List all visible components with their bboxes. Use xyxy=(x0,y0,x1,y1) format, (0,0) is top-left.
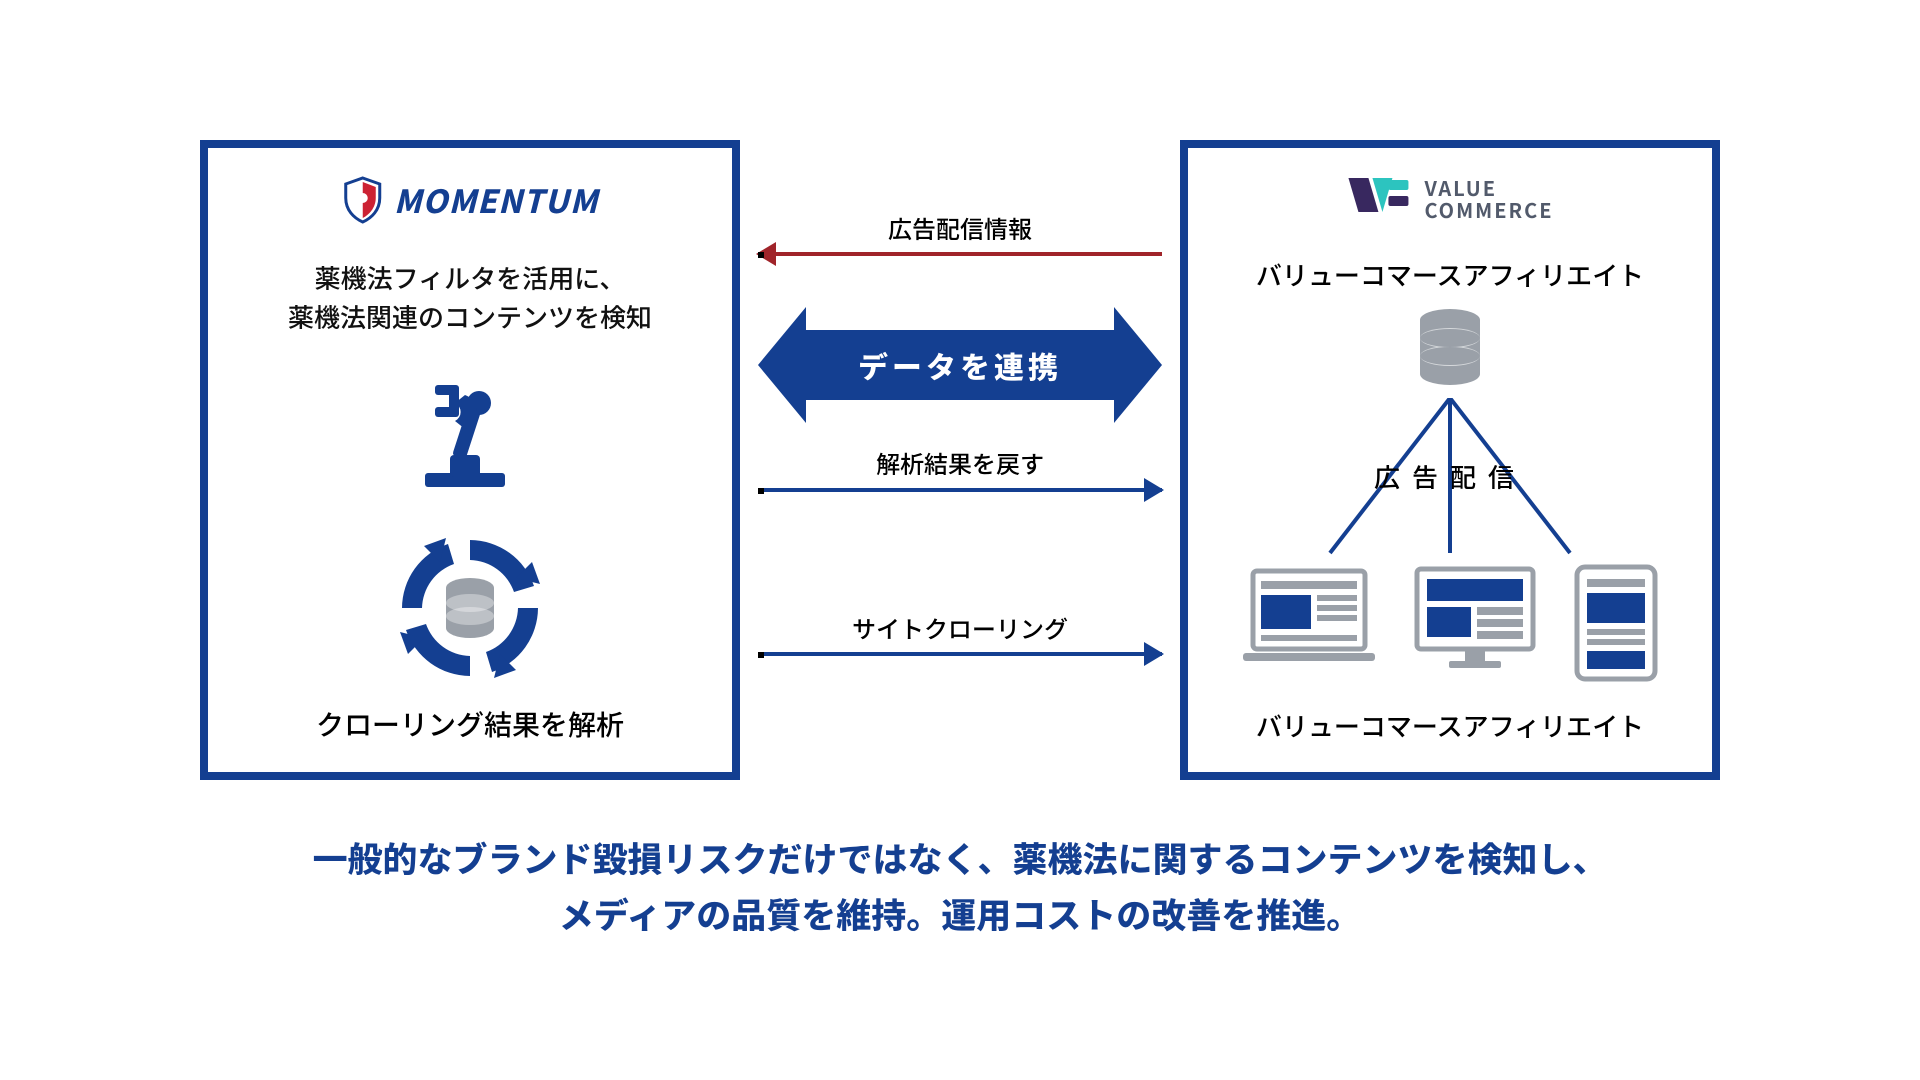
vc-word-line2: COMMERCE xyxy=(1424,199,1553,221)
database-icon xyxy=(1416,308,1484,386)
label-site-crawling: サイトクローリング xyxy=(758,610,1162,645)
momentum-logo: MOMENTUM xyxy=(342,176,599,224)
desktop-icon xyxy=(1405,563,1545,673)
arrow-ad-info xyxy=(758,252,1162,256)
arrow-right-head xyxy=(1114,307,1162,423)
laptop-icon xyxy=(1239,563,1379,673)
shield-icon xyxy=(342,176,384,224)
vc-title-top: バリューコマースアフィリエイト xyxy=(1188,256,1712,293)
label-return-results: 解析結果を戻す xyxy=(758,445,1162,480)
label-ad-info: 広告配信情報 xyxy=(758,210,1162,245)
vc-wordmark: VALUE COMMERCE xyxy=(1424,177,1553,221)
footer-line1: 一般的なブランド毀損リスクだけではなく、薬機法に関するコンテンツを検知し、 xyxy=(160,830,1760,886)
arrow-site-crawling xyxy=(758,652,1162,656)
robot-arm-icon xyxy=(405,363,535,493)
momentum-wordmark: MOMENTUM xyxy=(394,177,599,223)
device-row xyxy=(1188,563,1712,683)
fan-label: 広告配信 xyxy=(1188,458,1712,495)
vc-title-bottom: バリューコマースアフィリエイト xyxy=(1188,707,1712,744)
arrow-data-link-label: データを連携 xyxy=(806,330,1114,400)
arrow-data-link: データを連携 xyxy=(758,330,1162,400)
arrow-left-head xyxy=(758,307,806,423)
momentum-box: MOMENTUM 薬機法フィルタを活用に、 薬機法関連のコンテンツを検知 xyxy=(200,140,740,780)
momentum-desc-line1: 薬機法フィルタを活用に、 xyxy=(208,258,732,297)
arrow-return-results xyxy=(758,488,1162,492)
middle-column: 広告配信情報 データを連携 解析結果を戻す サイトクローリング xyxy=(758,140,1162,780)
momentum-description: 薬機法フィルタを活用に、 薬機法関連のコンテンツを検知 xyxy=(208,258,732,336)
phone-icon xyxy=(1571,563,1661,683)
cycle-db-icon xyxy=(390,528,550,688)
vc-logo: VALUE COMMERCE xyxy=(1346,176,1553,222)
diagram-canvas: MOMENTUM 薬機法フィルタを活用に、 薬機法関連のコンテンツを検知 xyxy=(160,90,1760,990)
momentum-desc-line2: 薬機法関連のコンテンツを検知 xyxy=(208,297,732,336)
vc-mark-icon xyxy=(1346,176,1410,222)
footer-line2: メディアの品質を維持。運用コストの改善を推進。 xyxy=(160,886,1760,942)
momentum-caption: クローリング結果を解析 xyxy=(208,704,732,744)
footer-caption: 一般的なブランド毀損リスクだけではなく、薬機法に関するコンテンツを検知し、 メデ… xyxy=(160,830,1760,942)
valuecommerce-box: VALUE COMMERCE バリューコマースアフィリエイト xyxy=(1180,140,1720,780)
